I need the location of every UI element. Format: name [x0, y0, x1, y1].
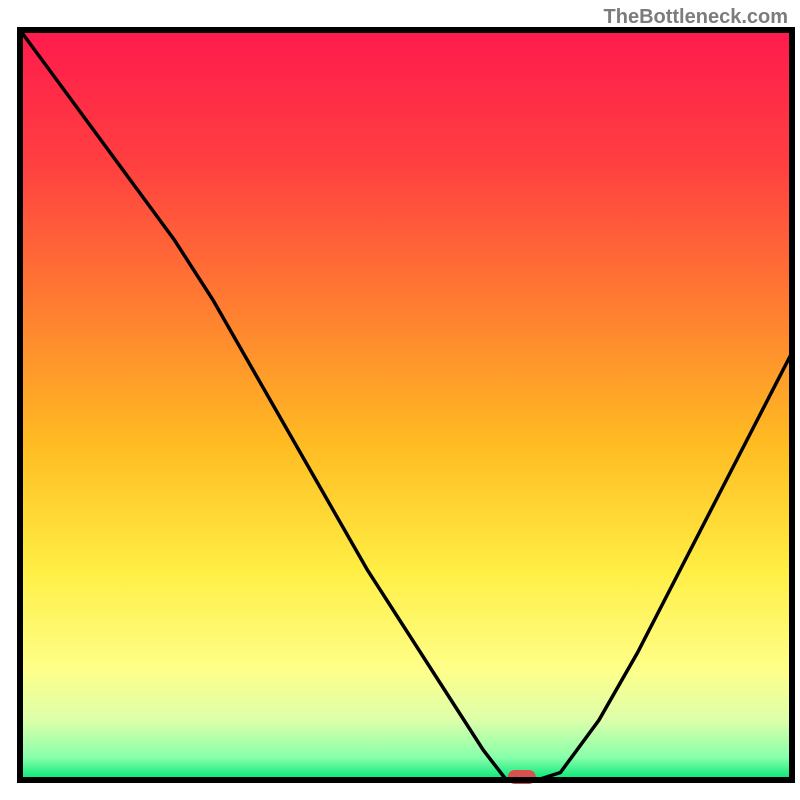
watermark-text: TheBottleneck.com	[604, 6, 788, 29]
plot-background	[20, 30, 792, 780]
chart-container: TheBottleneck.com	[0, 0, 800, 800]
chart-svg	[0, 0, 800, 800]
